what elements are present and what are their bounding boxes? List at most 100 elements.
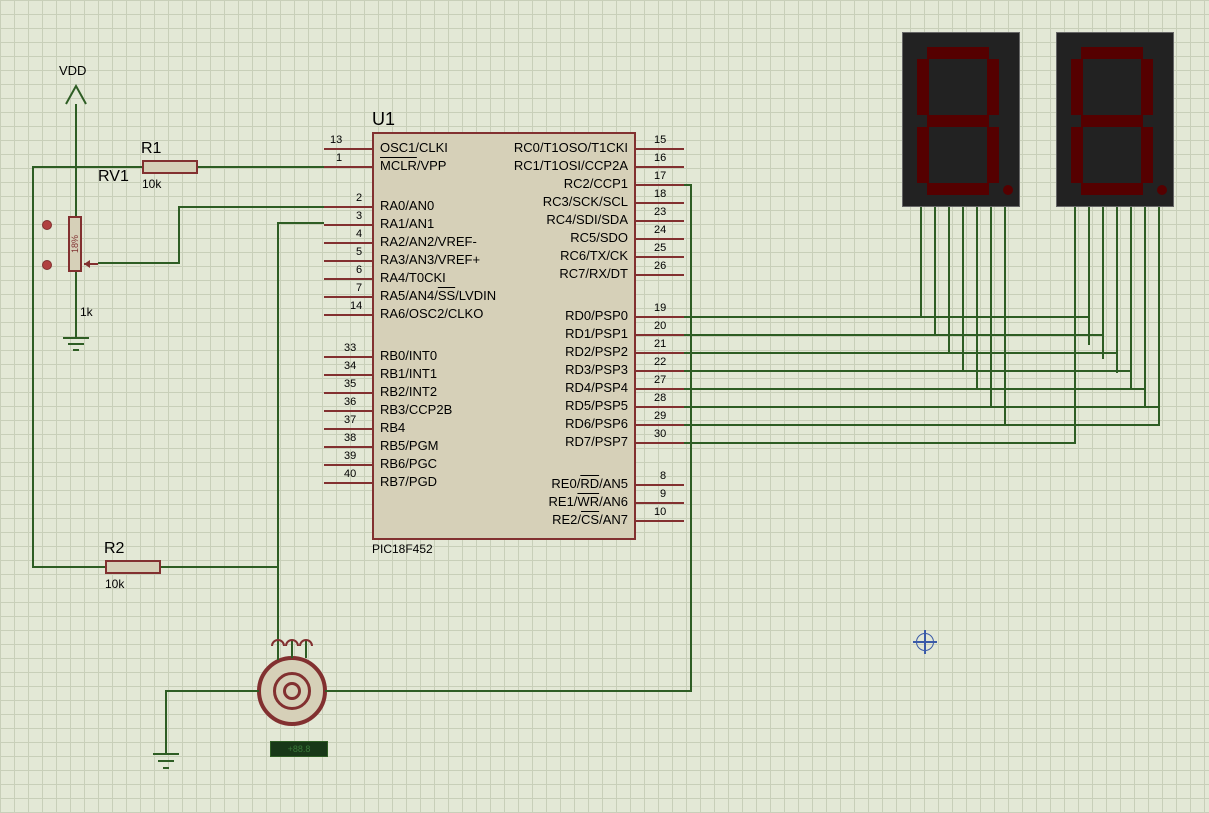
pin-label: RE2/CS/AN7	[552, 512, 628, 527]
motor-rpm-readout: +88.8	[270, 741, 328, 757]
pin-label: RB4	[380, 420, 405, 435]
wire	[684, 334, 934, 336]
wire	[934, 334, 1102, 336]
wire	[75, 160, 77, 216]
wire	[75, 272, 77, 332]
resistor-r2[interactable]	[105, 560, 161, 574]
pin-label: RD1/PSP1	[565, 326, 628, 341]
pin-label: RB6/PGC	[380, 456, 437, 471]
pin-label: RC2/CCP1	[564, 176, 628, 191]
rv1-setting: 18%	[49, 237, 101, 251]
wire	[32, 566, 105, 568]
pin-label: RA4/T0CKI	[380, 270, 446, 285]
schematic-canvas[interactable]: VDD R1 10k RV1 18% 1k R2 10k +88.8	[0, 0, 1209, 813]
pin-num: 34	[344, 360, 356, 372]
wire	[990, 207, 992, 303]
rv1-value: 1k	[80, 305, 93, 319]
pin-label: RA6/OSC2/CLKO	[380, 306, 483, 321]
wire	[920, 316, 1088, 318]
pin-label: RB5/PGM	[380, 438, 439, 453]
pin-label: RC0/T1OSO/T1CKI	[514, 140, 628, 155]
pin-num: 3	[356, 210, 362, 222]
pin-num: 37	[344, 414, 356, 426]
pin-num: 22	[654, 356, 666, 368]
u1-ref: U1	[372, 109, 395, 130]
pin-label: RD7/PSP7	[565, 434, 628, 449]
wire	[962, 370, 1130, 372]
pin-label: RD2/PSP2	[565, 344, 628, 359]
pin-num: 30	[654, 428, 666, 440]
pin-label: RC4/SDI/SDA	[546, 212, 628, 227]
pin-num: 16	[654, 152, 666, 164]
pin-num: 20	[654, 320, 666, 332]
vdd-label: VDD	[59, 63, 86, 78]
dc-motor[interactable]	[257, 656, 327, 726]
wire	[325, 690, 692, 692]
potentiometer-rv1[interactable]: 18%	[68, 216, 82, 272]
seven-segment-display-1[interactable]	[902, 32, 1020, 207]
pin-label: RB2/INT2	[380, 384, 437, 399]
wire	[1074, 207, 1076, 331]
pin-num: 39	[344, 450, 356, 462]
wire	[976, 207, 978, 289]
wire	[1158, 207, 1160, 415]
pin-num: 21	[654, 338, 666, 350]
wire	[976, 289, 978, 390]
pin-num: 36	[344, 396, 356, 408]
wire	[684, 370, 962, 372]
origin-marker	[916, 633, 934, 651]
wire	[690, 184, 692, 690]
pin-num: 5	[356, 246, 362, 258]
pin-num: 38	[344, 432, 356, 444]
wire	[684, 352, 948, 354]
resistor-r1[interactable]	[142, 160, 198, 174]
wire	[178, 206, 324, 208]
gnd-symbol	[151, 748, 181, 777]
wire	[948, 261, 950, 354]
pin-label: RC7/RX/DT	[559, 266, 628, 281]
wire	[684, 316, 920, 318]
wire	[161, 566, 279, 568]
wire	[165, 690, 259, 692]
seven-segment-display-2[interactable]	[1056, 32, 1174, 207]
pot-wiper-arrow	[82, 256, 102, 272]
pin-label: RA2/AN2/VREF-	[380, 234, 477, 249]
wire	[920, 207, 922, 233]
pin-label: RA0/AN0	[380, 198, 434, 213]
pin-label: OSC1/CLKI	[380, 140, 448, 155]
pin-label: RA5/AN4/SS/LVDIN	[380, 288, 496, 303]
wire	[165, 690, 167, 750]
probe-dot	[42, 260, 52, 270]
wire	[684, 388, 976, 390]
pin-label: RA3/AN3/VREF+	[380, 252, 480, 267]
pin-label: RD4/PSP4	[565, 380, 628, 395]
pin-label: RB1/INT1	[380, 366, 437, 381]
wire	[1130, 370, 1132, 390]
wire	[1004, 424, 1160, 426]
pin-label: RC3/SCK/SCL	[543, 194, 628, 209]
pin-num: 18	[654, 188, 666, 200]
wire	[1130, 207, 1132, 387]
pin-num: 1	[336, 152, 342, 164]
wire	[1116, 352, 1118, 372]
pin-num: 17	[654, 170, 666, 182]
pin-label: RD0/PSP0	[565, 308, 628, 323]
wire	[684, 406, 990, 408]
r2-ref: R2	[104, 540, 124, 558]
wire	[684, 442, 1074, 444]
probe-dot	[42, 220, 52, 230]
wire	[1144, 388, 1146, 408]
pin-label: RA1/AN1	[380, 216, 434, 231]
r2-value: 10k	[105, 577, 124, 591]
wire	[98, 262, 180, 264]
pin-label: RD5/PSP5	[565, 398, 628, 413]
pin-num: 27	[654, 374, 666, 386]
pin-num: 25	[654, 242, 666, 254]
pin-label: RD3/PSP3	[565, 362, 628, 377]
pin-label: RE1/WR/AN6	[549, 494, 628, 509]
rv1-ref: RV1	[98, 168, 129, 186]
pin-num: 35	[344, 378, 356, 390]
pin-num: 6	[356, 264, 362, 276]
wire	[962, 207, 964, 275]
pin-label: RB0/INT0	[380, 348, 437, 363]
